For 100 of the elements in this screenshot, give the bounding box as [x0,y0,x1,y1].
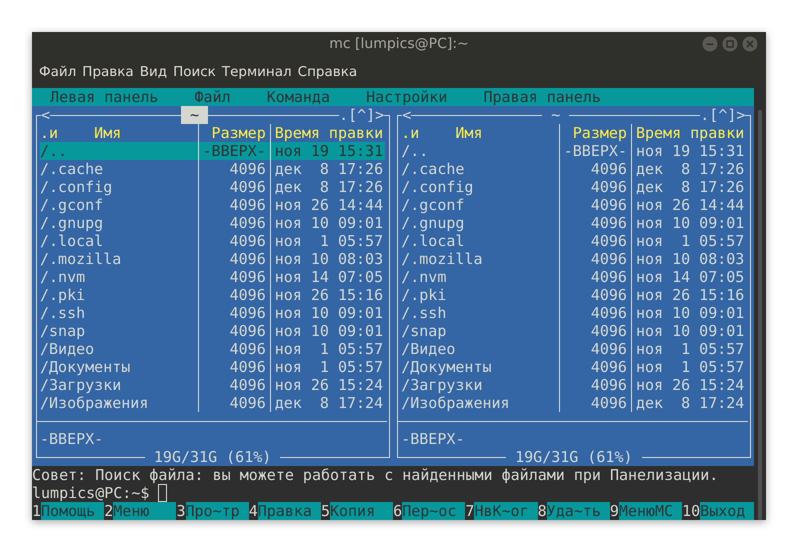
table-cell-text: /.cache [401,160,466,178]
back-arrow[interactable]: < [402,106,412,124]
file-row[interactable]: /.mozilla 4096 ноя 10 08:03 [40,250,386,268]
history-control[interactable]: .[^]> [339,106,384,124]
table-cell: ноя 1 05:57 [274,358,384,376]
menu-item[interactable]: Левая панель [50,88,158,106]
file-row[interactable]: /snap 4096 ноя 10 09:01 [40,322,386,340]
key-number: 9 [610,502,619,520]
mini-status: -ВВЕРХ- [40,430,104,448]
function-key-button[interactable]: Меню [113,502,176,520]
file-row[interactable]: /Изображения 4096 дек 8 17:24 [401,394,746,412]
table-cell-text: /.nvm [40,268,86,286]
table-cell: дек 8 17:26 [636,160,744,178]
function-key-button[interactable]: Выход [700,502,754,520]
file-row[interactable]: /Документы 4096 ноя 1 05:57 [401,358,746,376]
function-key-button[interactable]: МенюМС [618,502,682,520]
sort-indicator[interactable]: .и [40,124,58,142]
close-icon[interactable] [742,36,758,52]
table-cell: ноя 1 05:57 [274,232,384,250]
table-cell: ноя 26 15:24 [636,376,744,394]
menu-item[interactable]: Поиск [172,64,221,80]
table-cell-text: 4096 [590,268,627,286]
history-control[interactable]: .[^]> [700,106,746,124]
key-number: 3 [176,502,186,520]
key-number: 10 [682,502,700,520]
table-cell: ноя 1 05:57 [636,358,744,376]
function-key-button[interactable]: НвК~ог [474,502,538,520]
table-cell-text: 4096 [228,358,266,376]
file-row[interactable]: /.cache 4096 дек 8 17:26 [401,160,746,178]
table-cell: ноя 1 05:57 [274,340,384,358]
file-row[interactable]: /.config 4096 дек 8 17:26 [40,178,386,196]
menu-item[interactable]: Файл [194,88,231,106]
table-cell-text: 4096 [590,340,627,358]
table-cell-text: /.. [401,142,430,160]
function-key-button[interactable]: Правка [258,502,321,520]
column-header[interactable]: Время правки [636,124,744,142]
function-key-button[interactable]: Про~тр [186,502,249,520]
file-row[interactable]: /.pki 4096 ноя 26 15:16 [401,286,746,304]
file-row[interactable]: /.local 4096 ноя 1 05:57 [401,232,746,250]
table-cell: ноя 10 09:01 [636,304,744,322]
minimize-icon[interactable] [702,36,718,52]
file-row[interactable]: /Загрузки 4096 ноя 26 15:24 [401,376,746,394]
file-row[interactable]: /.ssh 4096 ноя 10 09:01 [401,304,746,322]
menu-item[interactable]: Вид [138,64,172,80]
table-cell-text: 4096 [228,268,266,286]
key-number: 6 [393,502,402,520]
file-row[interactable]: /.ssh 4096 ноя 10 09:01 [40,304,386,322]
maximize-icon[interactable] [722,36,738,52]
file-row[interactable]: /.. -ВВЕРХ- ноя 19 15:31 [40,142,386,160]
menu-item[interactable]: Файл [38,64,82,80]
table-cell: ноя 14 07:05 [636,268,744,286]
back-arrow[interactable]: < [41,106,50,124]
table-cell: ноя 10 09:01 [274,214,384,232]
file-row[interactable]: /.local 4096 ноя 1 05:57 [40,232,386,250]
column-header[interactable]: Имя [455,124,482,142]
function-key-button[interactable]: Помощь [41,502,104,520]
menu-item[interactable]: Настройки [366,88,448,106]
function-key-button[interactable]: Пер~ос [402,502,466,520]
file-row[interactable]: /Видео 4096 ноя 1 05:57 [401,340,746,358]
file-row[interactable]: /.gconf 4096 ноя 26 14:44 [401,196,746,214]
file-row[interactable]: /Изображения 4096 дек 8 17:24 [40,394,386,412]
file-row[interactable]: /Видео 4096 ноя 1 05:57 [40,340,386,358]
table-cell: ноя 10 09:01 [636,214,744,232]
table-cell-text: /.nvm [401,268,448,286]
menu-item[interactable]: Правка [81,64,139,80]
table-cell: ноя 10 09:01 [274,304,384,322]
column-header[interactable]: Время правки [274,124,384,142]
table-cell-text: 4096 [228,394,266,412]
file-row[interactable]: /.gnupg 4096 ноя 10 09:01 [40,214,386,232]
table-cell: ноя 19 15:31 [636,142,744,160]
file-row[interactable]: /.nvm 4096 ноя 14 07:05 [40,268,386,286]
table-cell-text: 4096 [590,178,627,196]
table-cell: ноя 10 08:03 [636,250,744,268]
menu-item[interactable]: Правая панель [483,88,601,106]
file-row[interactable]: /.gnupg 4096 ноя 10 09:01 [401,214,746,232]
column-header[interactable]: Размер [202,124,266,142]
table-cell-text: /Изображения [401,394,511,412]
file-row[interactable]: /Загрузки 4096 ноя 26 15:24 [40,376,386,394]
file-row[interactable]: /.. -ВВЕРХ- ноя 19 15:31 [401,142,746,160]
file-row[interactable]: /.gconf 4096 ноя 26 14:44 [40,196,386,214]
file-row[interactable]: /.nvm 4096 ноя 14 07:05 [401,268,746,286]
menu-item[interactable]: Терминал [220,64,297,80]
sort-indicator[interactable]: .и [401,124,420,142]
table-cell-text: /.local [40,232,104,250]
column-header[interactable]: Размер [564,124,627,142]
file-row[interactable]: /Документы 4096 ноя 1 05:57 [40,358,386,376]
file-row[interactable]: /.config 4096 дек 8 17:26 [401,178,746,196]
file-row[interactable]: /.cache 4096 дек 8 17:26 [40,160,386,178]
table-cell: дек 8 17:26 [636,178,744,196]
function-key-button[interactable]: Копия [330,502,394,520]
menu-item[interactable]: Команда [266,88,330,106]
menu-item[interactable]: Справка [296,64,362,80]
file-row[interactable]: /.mozilla 4096 ноя 10 08:03 [401,250,746,268]
file-row[interactable]: /.pki 4096 ноя 26 15:16 [40,286,386,304]
table-cell-text: 4096 [590,322,627,340]
file-row[interactable]: /snap 4096 ноя 10 09:01 [401,322,746,340]
column-header[interactable]: Имя [94,124,122,142]
table-cell-text: /.. [40,142,68,160]
table-cell: ноя 1 05:57 [636,340,744,358]
function-key-button[interactable]: Уда~ть [546,502,610,520]
